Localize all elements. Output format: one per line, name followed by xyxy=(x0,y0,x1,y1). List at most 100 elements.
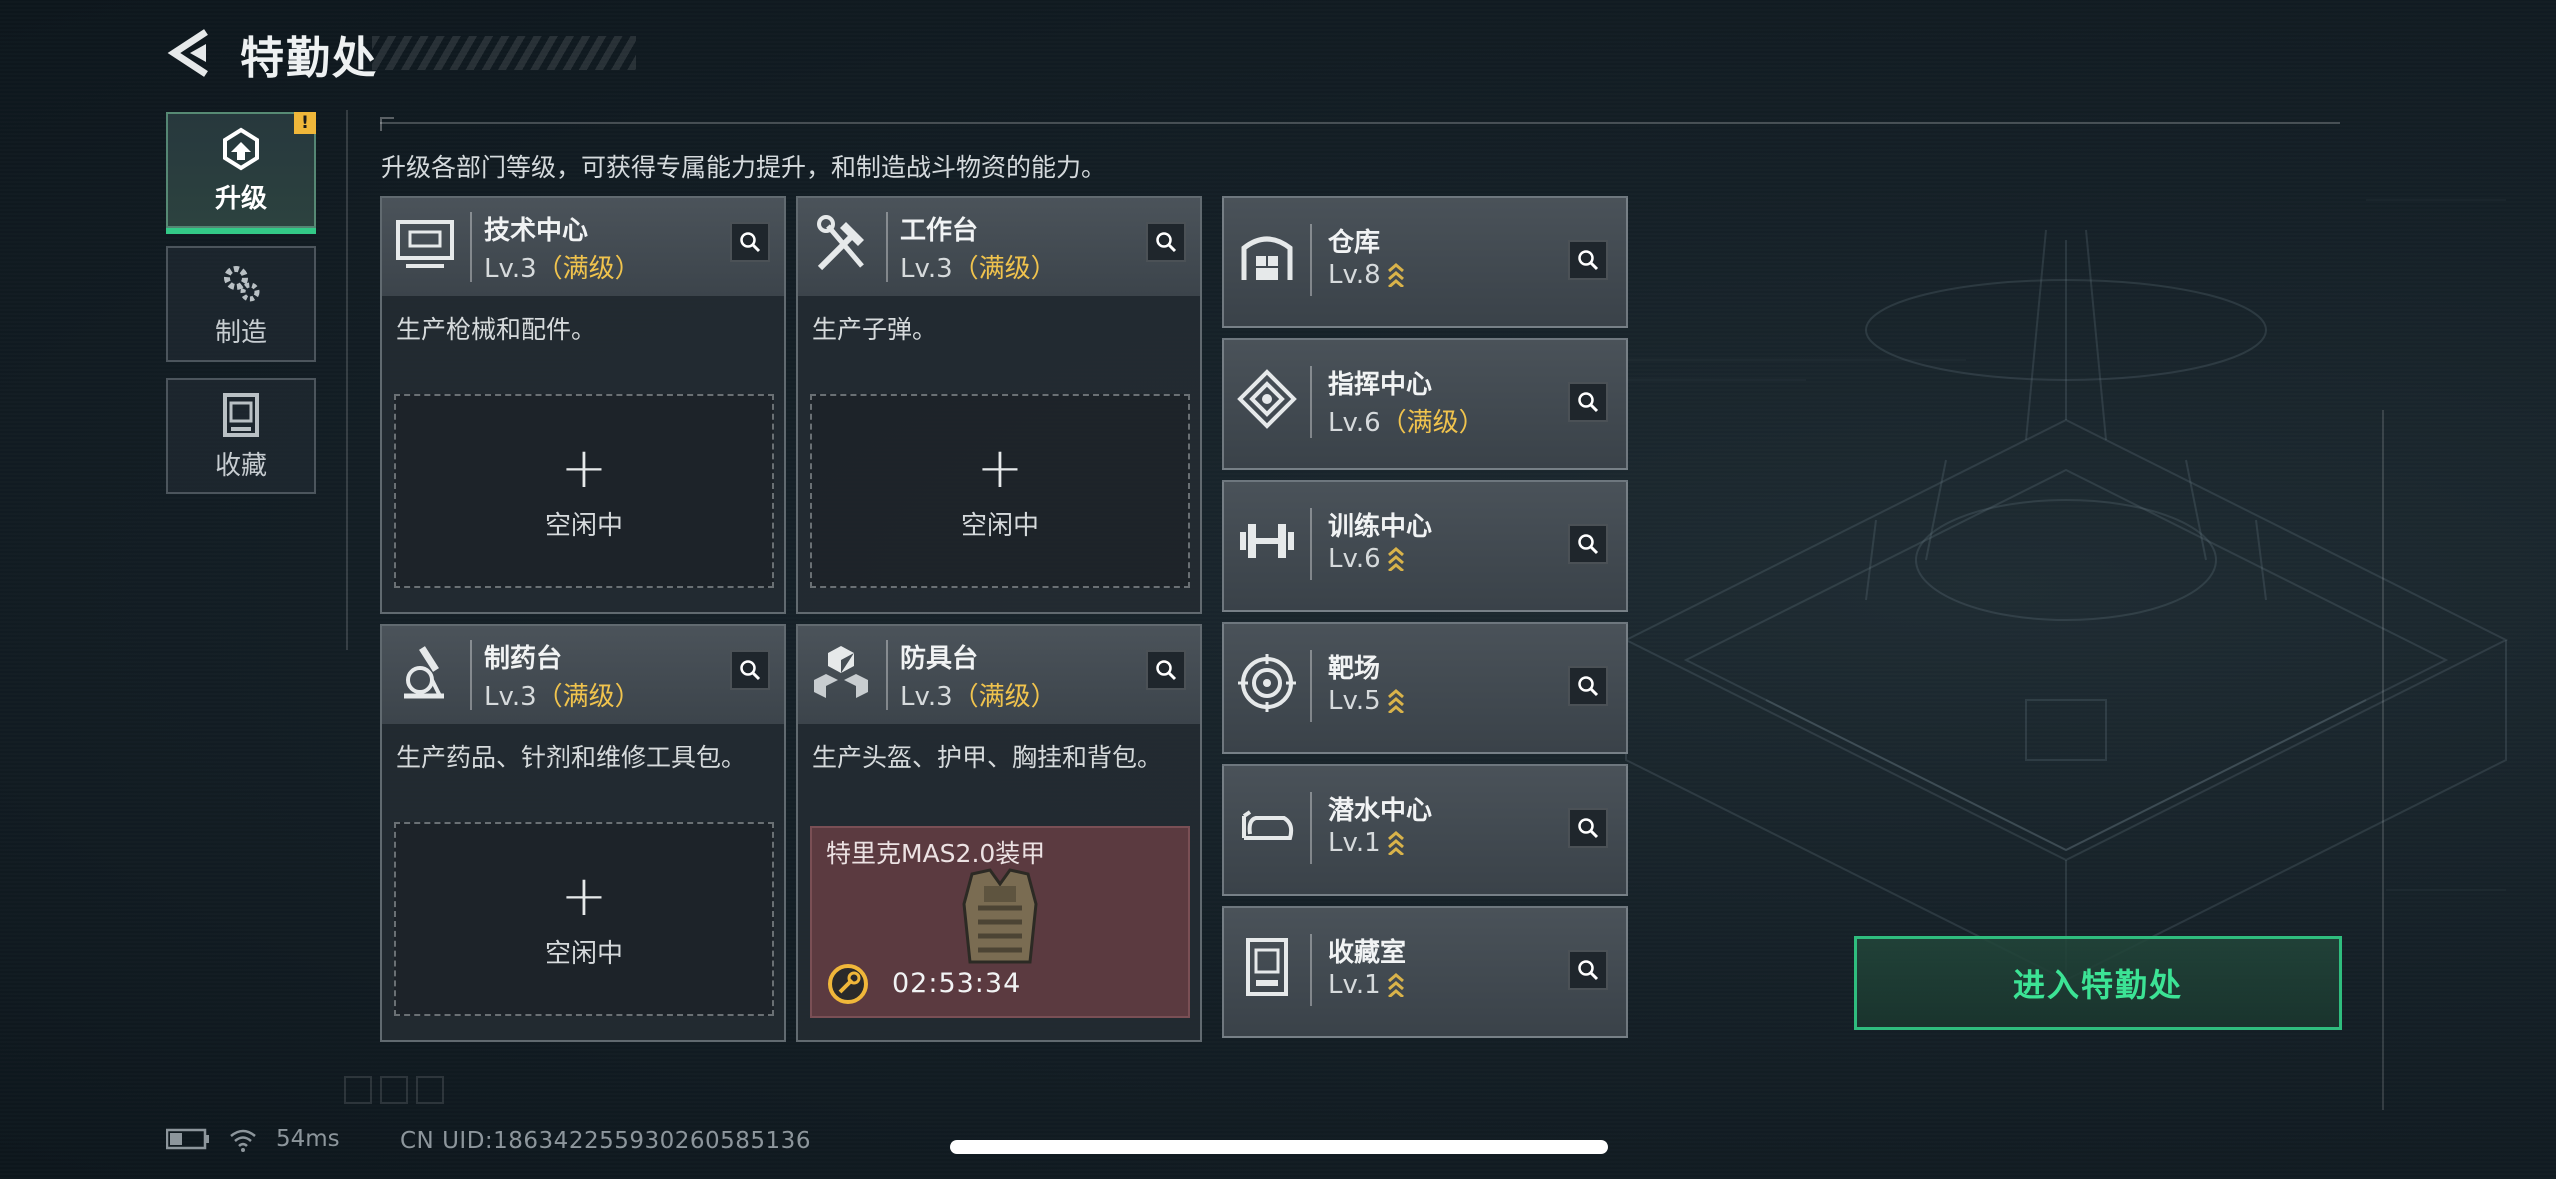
upgrade-chevrons-icon xyxy=(1387,547,1404,571)
inspect-button[interactable] xyxy=(730,222,770,262)
home-indicator[interactable] xyxy=(950,1140,1608,1154)
page-description: 升级各部门等级，可获得专属能力提升，和制造战斗物资的能力。 xyxy=(381,153,1107,182)
inspect-button[interactable] xyxy=(1568,382,1608,422)
facility-name: 收藏室 xyxy=(1328,938,1407,968)
facility-card-command-center[interactable]: 指挥中心 Lv.6（满级） xyxy=(1222,338,1628,470)
facility-card-warehouse[interactable]: 仓库 Lv.8 xyxy=(1222,196,1628,328)
facility-card-diving-center[interactable]: 潜水中心 Lv.1 xyxy=(1222,764,1628,896)
search-icon xyxy=(1578,960,1599,981)
card-header: 防具台 Lv.3（满级） xyxy=(798,626,1200,724)
workstation-level: Lv.3（满级） xyxy=(900,254,1057,284)
upgrade-chevrons-icon xyxy=(1387,689,1404,713)
inspect-button[interactable] xyxy=(1568,240,1608,280)
nav-upgrade[interactable]: ! 升级 xyxy=(166,112,316,234)
command-icon xyxy=(1237,369,1297,429)
search-icon xyxy=(1156,660,1177,681)
dumbbell-icon xyxy=(1240,524,1294,558)
facility-level: Lv.6（满级） xyxy=(1328,408,1485,438)
facility-level: Lv.1 xyxy=(1328,970,1405,1000)
enter-special-ops-button[interactable]: 进入特勤处 xyxy=(1854,936,2342,1030)
wrench-timer-icon xyxy=(828,964,868,1004)
slot-status: 空闲中 xyxy=(544,938,623,969)
add-icon: + xyxy=(560,863,608,929)
inspect-button[interactable] xyxy=(1146,650,1186,690)
facility-level: Lv.5 xyxy=(1328,686,1405,716)
search-icon xyxy=(1578,250,1599,271)
inspect-button[interactable] xyxy=(1146,222,1186,262)
armor-boxes-icon xyxy=(814,646,868,698)
inspect-button[interactable] xyxy=(1568,808,1608,848)
crafting-timer: 02:53:34 xyxy=(892,968,1022,999)
nav-collection-label: 收藏 xyxy=(214,450,267,481)
workstation-level: Lv.3（满级） xyxy=(900,682,1057,712)
decor-line xyxy=(2382,410,2384,1110)
facility-level: Lv.1 xyxy=(1328,828,1405,858)
back-arrow-icon[interactable] xyxy=(166,28,210,78)
tools-icon xyxy=(817,215,864,271)
warehouse-icon xyxy=(1241,236,1293,280)
inspect-button[interactable] xyxy=(730,650,770,690)
gears-icon xyxy=(224,265,260,301)
add-icon: + xyxy=(560,435,608,501)
workstation-description: 生产枪械和配件。 xyxy=(396,315,597,344)
battery-icon xyxy=(166,1128,209,1150)
facility-name: 靶场 xyxy=(1328,654,1381,684)
nav-collection[interactable]: 收藏 xyxy=(166,378,316,494)
card-header: 制药台 Lv.3（满级） xyxy=(382,626,784,724)
nav-craft[interactable]: 制造 xyxy=(166,246,316,362)
status-bar: 54ms xyxy=(166,1126,340,1152)
workstation-card-pharmacy[interactable]: 制药台 Lv.3（满级） 生产药品、针剂和维修工具包。 + 空闲中 xyxy=(380,624,786,1042)
facility-name: 仓库 xyxy=(1328,228,1381,258)
workstation-name: 工作台 xyxy=(900,216,979,246)
search-icon xyxy=(1156,232,1177,253)
inspect-button[interactable] xyxy=(1568,666,1608,706)
facility-level: Lv.6 xyxy=(1328,544,1405,574)
workstation-card-armor-bench[interactable]: 防具台 Lv.3（满级） 生产头盔、护甲、胸挂和背包。 特里克MAS2.0装甲 … xyxy=(796,624,1202,1042)
armor-vest-image xyxy=(962,868,1038,964)
alert-badge: ! xyxy=(294,112,316,134)
production-slot-idle[interactable]: + 空闲中 xyxy=(394,822,774,1016)
slot-status: 空闲中 xyxy=(960,510,1039,541)
crafting-slot-active[interactable]: 特里克MAS2.0装甲 02:53:34 xyxy=(810,826,1190,1018)
search-icon xyxy=(1578,534,1599,555)
facility-card-shooting-range[interactable]: 靶场 Lv.5 xyxy=(1222,622,1628,754)
search-icon xyxy=(740,660,761,681)
production-slot-idle[interactable]: + 空闲中 xyxy=(810,394,1190,588)
production-slot-idle[interactable]: + 空闲中 xyxy=(394,394,774,588)
upgrade-chevrons-icon xyxy=(1387,973,1404,997)
computer-icon xyxy=(396,220,454,268)
workstation-name: 制药台 xyxy=(484,644,563,674)
slot-status: 空闲中 xyxy=(544,510,623,541)
workstation-name: 技术中心 xyxy=(484,216,589,246)
facility-card-training-center[interactable]: 训练中心 Lv.6 xyxy=(1222,480,1628,612)
upgrade-chevrons-icon xyxy=(1387,831,1404,855)
inspect-button[interactable] xyxy=(1568,950,1608,990)
title-decoration xyxy=(372,36,636,70)
upgrade-icon xyxy=(223,127,259,170)
workstation-card-workbench[interactable]: 工作台 Lv.3（满级） 生产子弹。 + 空闲中 xyxy=(796,196,1202,614)
facility-card-collection-room[interactable]: 收藏室 Lv.1 xyxy=(1222,906,1628,1038)
workstation-level: Lv.3（满级） xyxy=(484,682,641,712)
workstation-level: Lv.3（满级） xyxy=(484,254,641,284)
user-id: CN UID:1863422559302605851​36 xyxy=(400,1128,811,1154)
collection-icon xyxy=(1246,938,1288,996)
card-header: 技术中心 Lv.3（满级） xyxy=(382,198,784,296)
nav-divider xyxy=(346,110,348,650)
workstation-card-tech-center[interactable]: 技术中心 Lv.3（满级） 生产枪械和配件。 + 空闲中 xyxy=(380,196,786,614)
workstation-name: 防具台 xyxy=(900,644,979,674)
search-icon xyxy=(740,232,761,253)
search-icon xyxy=(1578,676,1599,697)
workstation-description: 生产子弹。 xyxy=(812,315,938,344)
content-divider xyxy=(380,117,2340,131)
workstation-description: 生产头盔、护甲、胸挂和背包。 xyxy=(812,743,1163,772)
microscope-icon xyxy=(404,646,444,699)
add-icon: + xyxy=(976,435,1024,501)
upgrade-chevrons-icon xyxy=(1387,263,1404,287)
facility-name: 训练中心 xyxy=(1328,512,1433,542)
facility-name: 指挥中心 xyxy=(1328,370,1433,400)
page-title: 特勤处 xyxy=(240,33,378,84)
card-header: 工作台 Lv.3（满级） xyxy=(798,198,1200,296)
nav-upgrade-label: 升级 xyxy=(214,183,267,214)
inspect-button[interactable] xyxy=(1568,524,1608,564)
search-icon xyxy=(1578,392,1599,413)
